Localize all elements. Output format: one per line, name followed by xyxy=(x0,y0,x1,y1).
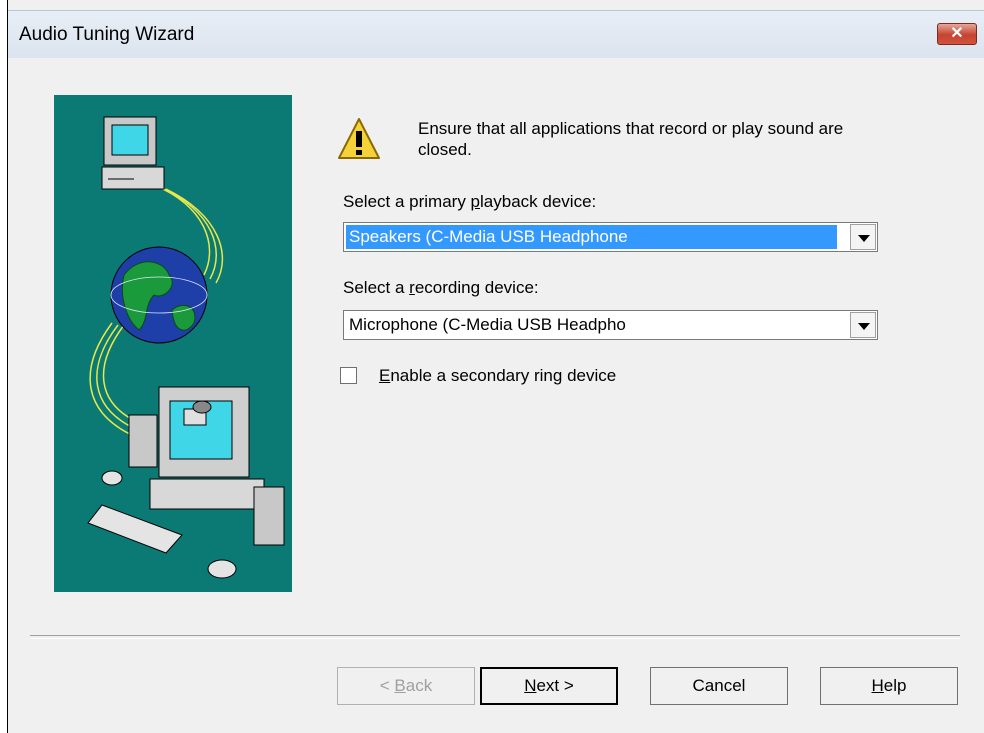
close-button[interactable]: ✕ xyxy=(937,23,977,45)
desktop-computer-illustration xyxy=(87,386,285,579)
recording-device-label: Select a recording device: xyxy=(343,278,539,297)
playback-device-select[interactable]: Speakers (C-Media USB Headphone xyxy=(343,222,878,252)
warning-icon xyxy=(337,116,381,162)
cancel-button[interactable]: Cancel xyxy=(650,667,788,705)
title-bar: Audio Tuning Wizard ✕ xyxy=(8,10,984,58)
secondary-ring-checkbox[interactable] xyxy=(340,367,357,384)
warning-message: Ensure that all applications that record… xyxy=(418,119,844,159)
playback-device-label: Select a primary playback device: xyxy=(343,192,597,211)
secondary-ring-label[interactable]: Enable a secondary ring device xyxy=(379,366,616,386)
recording-device-value: Microphone (C-Media USB Headpho xyxy=(349,315,626,334)
wizard-illustration xyxy=(54,95,292,592)
chevron-down-icon[interactable] xyxy=(850,224,876,250)
recording-device-select[interactable]: Microphone (C-Media USB Headpho xyxy=(343,310,878,340)
chevron-down-icon[interactable] xyxy=(850,312,876,338)
globe-illustration xyxy=(110,246,208,344)
divider xyxy=(30,635,960,639)
close-icon: ✕ xyxy=(950,25,964,42)
back-button[interactable]: < Back xyxy=(337,667,475,705)
next-button[interactable]: Next > xyxy=(480,667,618,705)
small-computer-illustration xyxy=(101,116,165,190)
window-title: Audio Tuning Wizard xyxy=(19,24,195,45)
help-button[interactable]: Help xyxy=(820,667,958,705)
playback-device-value: Speakers (C-Media USB Headphone xyxy=(346,225,837,249)
